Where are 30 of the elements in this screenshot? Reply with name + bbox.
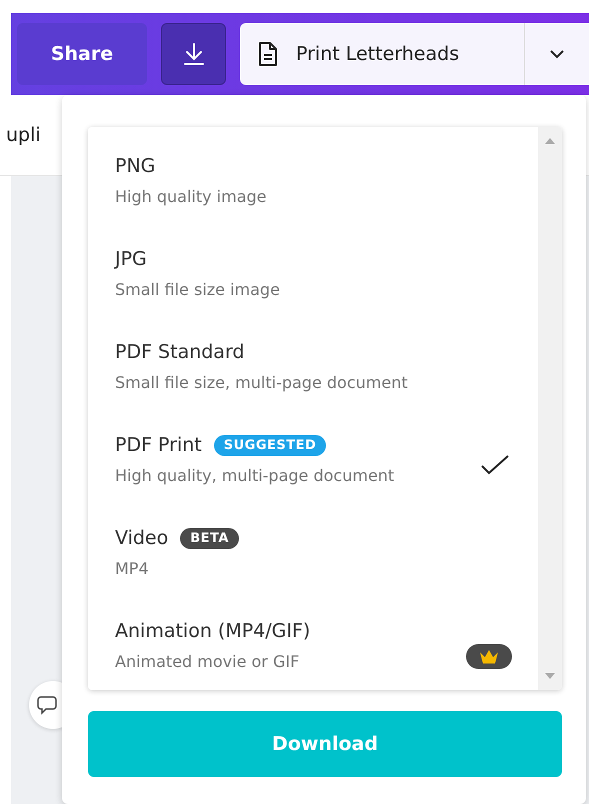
format-option[interactable]: PNG High quality image bbox=[88, 145, 538, 238]
format-title: Video bbox=[115, 527, 168, 549]
speech-bubble-icon bbox=[37, 695, 57, 715]
crown-icon bbox=[479, 648, 499, 664]
download-icon-button[interactable] bbox=[161, 23, 226, 85]
menu-item[interactable]: upli bbox=[6, 124, 41, 146]
format-description: High quality, multi-page document bbox=[115, 466, 394, 485]
format-badge: BETA bbox=[180, 528, 239, 548]
format-description: MP4 bbox=[115, 559, 149, 578]
format-option[interactable]: Animation (MP4/GIF) Animated movie or GIF bbox=[88, 610, 538, 690]
format-description: Small file size image bbox=[115, 280, 280, 299]
share-button[interactable]: Share bbox=[17, 23, 147, 85]
format-option[interactable]: PDF Standard Small file size, multi-page document bbox=[88, 331, 538, 424]
scroll-up-icon[interactable] bbox=[544, 137, 556, 145]
format-option[interactable]: PDF Print SUGGESTED High quality, multi-page document bbox=[88, 424, 538, 517]
format-description: High quality image bbox=[115, 187, 267, 206]
scrollbar[interactable] bbox=[538, 127, 562, 690]
document-icon bbox=[258, 41, 278, 67]
format-title: Animation (MP4/GIF) bbox=[115, 620, 310, 642]
scroll-down-icon[interactable] bbox=[544, 672, 556, 680]
format-badge: SUGGESTED bbox=[214, 434, 326, 456]
format-option[interactable]: Video BETA MP4 bbox=[88, 517, 538, 610]
format-description: Small file size, multi-page document bbox=[115, 373, 408, 392]
format-option[interactable]: JPG Small file size image bbox=[88, 238, 538, 331]
format-title: JPG bbox=[115, 248, 147, 270]
format-title: PNG bbox=[115, 155, 156, 177]
format-title: PDF Standard bbox=[115, 341, 244, 363]
chevron-down-icon bbox=[549, 49, 565, 59]
format-description: Animated movie or GIF bbox=[115, 652, 300, 671]
format-title: PDF Print bbox=[115, 434, 202, 456]
